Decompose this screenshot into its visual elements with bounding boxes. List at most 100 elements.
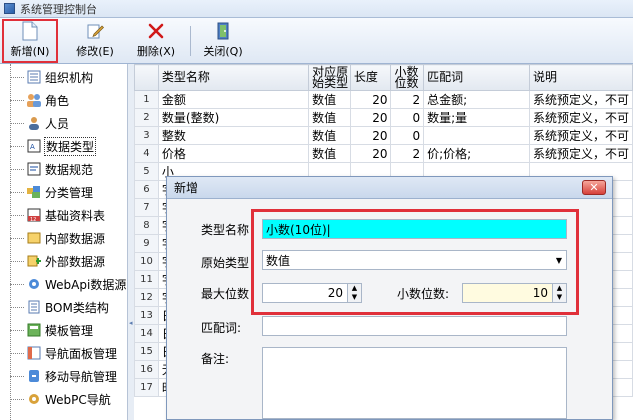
- cell-decimals: 2: [390, 144, 425, 163]
- tree-item-category[interactable]: 分类管理: [0, 181, 93, 203]
- cell-length: 20: [349, 108, 392, 127]
- row-number-header: [134, 64, 159, 91]
- cell-type-name: 金额: [157, 90, 310, 109]
- svg-text:12: 12: [30, 217, 36, 222]
- col-header-type-name[interactable]: 类型名称: [157, 64, 310, 91]
- col-header-length[interactable]: 长度: [349, 64, 392, 91]
- col-header-decimals[interactable]: 小数位数: [390, 64, 425, 91]
- table-row[interactable]: 2 数量(整数) 数值 20 0 数量;量 系统预定义，不可: [134, 108, 633, 127]
- table-icon: 12: [26, 207, 42, 223]
- cell-desc: 系统预定义，不可: [528, 144, 633, 163]
- match-input[interactable]: [262, 316, 567, 336]
- tree-item-webapi[interactable]: WebApi数据源: [0, 273, 126, 295]
- exit-door-icon: [215, 21, 231, 41]
- internal-source-icon: [26, 230, 42, 246]
- cell-orig-type: 数值: [308, 108, 351, 127]
- cell-orig-type: 数值: [308, 126, 351, 145]
- max-digits-label: 最大位数: [201, 287, 250, 301]
- cell-orig-type: 数值: [308, 90, 351, 109]
- new-button[interactable]: 新增(N): [2, 19, 58, 63]
- row-number: 11: [134, 270, 159, 289]
- row-number: 15: [134, 342, 159, 361]
- delete-x-icon: [148, 21, 164, 41]
- col-header-match[interactable]: 匹配词: [423, 64, 530, 91]
- cell-desc: 系统预定义，不可: [528, 108, 633, 127]
- toolbar: 新增(N) 修改(E) 删除(X) 关闭(Q): [0, 18, 633, 64]
- row-number: 7: [134, 198, 159, 217]
- edit-icon: [86, 21, 104, 41]
- tree-item-external-source[interactable]: 外部数据源: [0, 250, 105, 272]
- cell-desc: 系统预定义，不可: [528, 90, 633, 109]
- col-header-orig-type[interactable]: 对应原始类型: [308, 64, 351, 91]
- row-number: 9: [134, 234, 159, 253]
- tree-item-dataspec[interactable]: 数据规范: [0, 158, 93, 180]
- cell-length: 20: [349, 144, 392, 163]
- row-number: 2: [134, 108, 159, 127]
- type-name-label: 类型名称: [201, 223, 250, 237]
- row-number: 10: [134, 252, 159, 271]
- tree-item-datatype[interactable]: A 数据类型: [0, 135, 97, 157]
- cell-length: 20: [349, 126, 392, 145]
- tree-item-basetable[interactable]: 12 基础资料表: [0, 204, 105, 226]
- cell-type-name: 整数: [157, 126, 310, 145]
- role-icon: [26, 92, 42, 108]
- remark-label: 备注:: [201, 352, 230, 366]
- nav-tree: 组织机构 角色 人员 A 数据类型 数据规范 分类管理 12 基础资料表 内部数据源…: [0, 64, 128, 420]
- delete-button[interactable]: 删除(X): [130, 21, 182, 61]
- tree-item-bom[interactable]: BOM类结构: [0, 296, 109, 318]
- tree-item-template[interactable]: 模板管理: [0, 319, 93, 341]
- row-number: 17: [134, 378, 159, 397]
- svg-text:A: A: [30, 143, 35, 151]
- template-icon: [26, 322, 42, 338]
- cell-orig-type: 数值: [308, 144, 351, 163]
- new-type-dialog: 新增 ✕ 类型名称 小数(10位)| 原始类型 数值 ▼ 最大位数 20 ▲ ▼ …: [166, 176, 613, 420]
- tree-item-org[interactable]: 组织机构: [0, 66, 93, 88]
- cell-type-name: 价格: [157, 144, 310, 163]
- cell-match: [423, 126, 530, 145]
- toolbar-separator: [190, 26, 191, 56]
- tree-item-internal-source[interactable]: 内部数据源: [0, 227, 105, 249]
- tree-item-webpc-nav[interactable]: WebPC导航: [0, 388, 111, 410]
- window-title: 系统管理控制台: [20, 2, 97, 16]
- webpc-nav-icon: [26, 391, 42, 407]
- external-source-icon: [26, 253, 42, 269]
- table-row[interactable]: 3 整数 数值 20 0 系统预定义，不可: [134, 126, 633, 145]
- person-icon: [26, 115, 42, 131]
- dialog-title: 新增: [174, 181, 199, 195]
- table-row[interactable]: 1 金额 数值 20 2 总金额; 系统预定义，不可: [134, 90, 633, 109]
- tree-item-mobile-nav[interactable]: 移动导航管理: [0, 365, 117, 387]
- table-row[interactable]: 4 价格 数值 20 2 价;价格; 系统预定义，不可: [134, 144, 633, 163]
- category-icon: [26, 184, 42, 200]
- tree-item-role[interactable]: 角色: [0, 89, 69, 111]
- cell-decimals: 0: [390, 126, 425, 145]
- row-number: 8: [134, 216, 159, 235]
- cell-match: 总金额;: [423, 90, 530, 109]
- datatype-icon: A: [26, 138, 42, 154]
- tree-item-person[interactable]: 人员: [0, 112, 69, 134]
- row-number: 16: [134, 360, 159, 379]
- orig-type-label: 原始类型: [201, 256, 250, 270]
- org-icon: [26, 69, 42, 85]
- close-button[interactable]: 关闭(Q): [197, 21, 249, 61]
- webapi-icon: [26, 276, 42, 292]
- row-number: 3: [134, 126, 159, 145]
- edit-button[interactable]: 修改(E): [69, 21, 121, 61]
- dataspec-icon: [26, 161, 42, 177]
- new-document-icon: [22, 21, 38, 41]
- dialog-titlebar: 新增: [167, 177, 612, 199]
- cell-match: 数量;量: [423, 108, 530, 127]
- row-number: 4: [134, 144, 159, 163]
- tree-item-nav-panel[interactable]: 导航面板管理: [0, 342, 117, 364]
- remark-textarea[interactable]: [262, 347, 567, 419]
- row-number: 13: [134, 306, 159, 325]
- col-header-desc[interactable]: 说明: [528, 64, 633, 91]
- collapse-arrow-icon[interactable]: ◂: [129, 319, 133, 327]
- highlight-box: [251, 209, 579, 315]
- app-icon: [4, 3, 15, 14]
- cell-length: 20: [349, 90, 392, 109]
- cell-decimals: 0: [390, 108, 425, 127]
- match-label: 匹配词:: [201, 321, 242, 335]
- row-number: 6: [134, 180, 159, 199]
- row-number: 14: [134, 324, 159, 343]
- dialog-close-button[interactable]: ✕: [582, 180, 606, 195]
